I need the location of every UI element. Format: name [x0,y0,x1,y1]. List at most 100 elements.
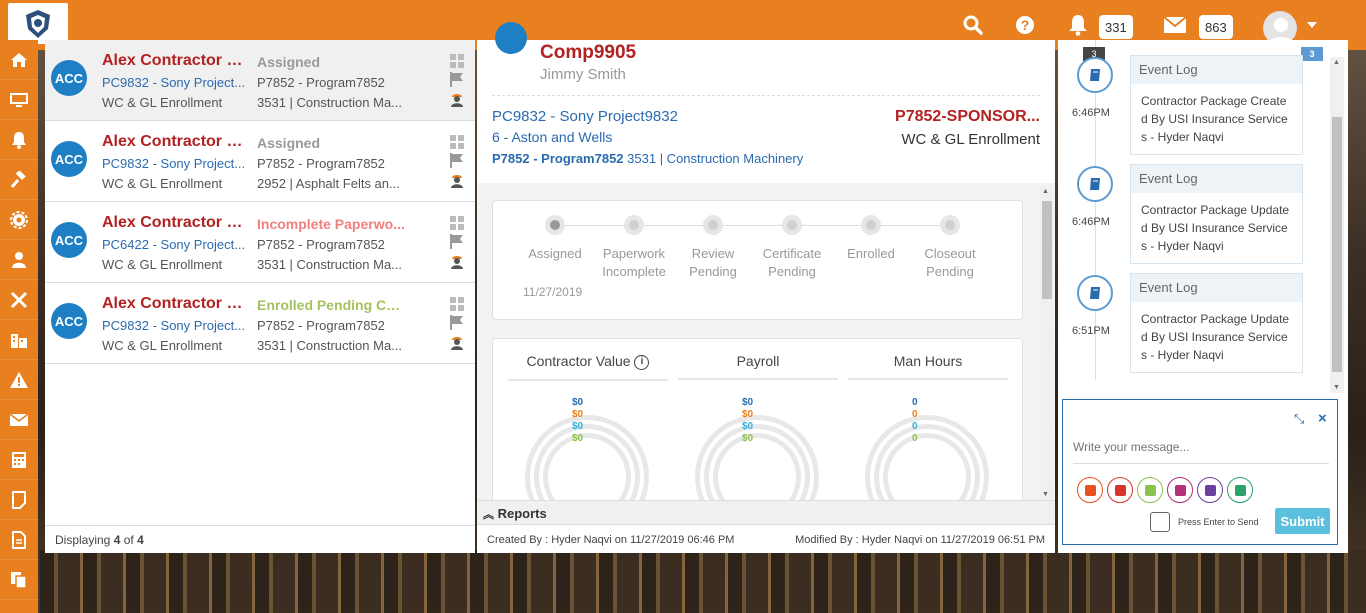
pdf-icon[interactable] [1107,477,1133,503]
step-dot [545,215,565,235]
card-title[interactable]: Alex Contractor Co... [102,295,252,313]
list-item[interactable]: ACC Alex Contractor Co... Enrolled Pending… [45,283,475,364]
close-icon[interactable]: × [1318,410,1327,427]
scroll-thumb[interactable] [1332,117,1342,372]
reports-toggle[interactable]: ︽ Reports [477,500,1055,524]
step-item: Review Pending [673,215,753,281]
flag-icon[interactable] [449,314,465,330]
scroll-down-icon[interactable]: ▼ [1042,491,1049,498]
email-icon[interactable] [1077,477,1103,503]
flag-icon[interactable] [449,71,465,87]
home-icon[interactable] [0,40,38,80]
event-card[interactable]: Event Log Contractor Package Updated By U… [1130,164,1303,264]
monitor-icon[interactable] [0,80,38,120]
chevron-up-icon: ︽ [483,509,494,521]
info-icon[interactable]: i [634,354,650,370]
association-link[interactable]: 6 - Aston and Wells [492,129,612,145]
card-project[interactable]: PC6422 - Sony Project... [102,237,247,252]
file-icon[interactable] [0,520,38,560]
gavel-icon[interactable] [0,160,38,200]
step-item: Enrolled [831,215,911,263]
list-item[interactable]: ACC Alex Contractor Co... Assigned PC9832 -… [45,121,475,202]
event-card[interactable]: Event Log Contractor Package Updated By U… [1130,273,1303,373]
card-project[interactable]: PC9832 - Sony Project... [102,156,247,171]
card-title[interactable]: Alex Contractor Co... [102,214,252,232]
copy-icon[interactable] [1227,477,1253,503]
scroll-thumb[interactable] [1042,201,1052,299]
envelope-icon[interactable] [0,400,38,440]
scroll-up-icon[interactable]: ▲ [1042,188,1049,195]
worker-icon[interactable] [449,172,465,188]
step-item: Closeout Pending [910,215,990,281]
metric-chart: Contractor Value i $0 $0 $0 $0 [508,353,668,502]
list-item[interactable]: ACC Alex Contractor Co... Incomplete Paper… [45,202,475,283]
warning-icon[interactable] [0,360,38,400]
card-project[interactable]: PC9832 - Sony Project... [102,75,247,90]
expand-icon[interactable]: ⤡ [1294,411,1304,427]
worker-icon[interactable] [449,253,465,269]
gear-icon[interactable] [0,200,38,240]
submit-button[interactable]: Submit [1275,508,1330,534]
grid-icon[interactable] [449,296,465,312]
grid-icon[interactable] [449,215,465,231]
avatar: ACC [51,222,87,258]
card-title[interactable]: Alex Contractor Co... [102,52,252,70]
card-project[interactable]: PC9832 - Sony Project... [102,318,247,333]
worker-icon[interactable] [449,91,465,107]
detail-panel: Comp9905 Jimmy Smith PC9832 - Sony Proje… [477,22,1055,553]
chart-value: 0 [912,409,918,420]
chart-value: $0 [572,433,584,444]
bell-icon[interactable] [1067,14,1089,36]
footer-total: 4 [137,533,144,547]
app-logo[interactable] [8,3,68,44]
enter-to-send-checkbox[interactable] [1150,512,1170,532]
card-type: WC & GL Enrollment [102,176,223,191]
event-card[interactable]: Event Log Contractor Package Created By U… [1130,55,1303,155]
card-type: WC & GL Enrollment [102,338,223,353]
modified-by: Modified By : Hyder Naqvi on 11/27/2019 … [795,534,1045,546]
building-icon[interactable] [0,320,38,360]
grid-icon[interactable] [449,134,465,150]
company-name[interactable]: Comp9905 [540,42,636,64]
timeline-scrollbar[interactable]: ▲ ▼ [1330,57,1344,393]
svg-text:?: ? [1021,17,1030,33]
user-icon[interactable] [0,240,38,280]
message-composer: ⤡ × Press Enter to Send Submit [1062,399,1338,545]
help-icon[interactable]: ? [1014,14,1036,36]
chevron-down-icon[interactable] [1305,14,1319,36]
calendar-icon[interactable] [1137,477,1163,503]
avatar: ACC [51,303,87,339]
event-title: Event Log [1131,274,1302,302]
message-input[interactable] [1073,430,1329,464]
detail-scrollbar[interactable]: ▲ ▼ [1039,186,1053,500]
step-dot [703,215,723,235]
tools-icon[interactable] [0,280,38,320]
copy-icon[interactable] [0,560,38,600]
scroll-down-icon[interactable]: ▼ [1333,384,1340,391]
grid-icon[interactable] [449,53,465,69]
search-icon[interactable] [962,14,984,36]
note-icon[interactable] [0,480,38,520]
scroll-up-icon[interactable]: ▲ [1333,59,1340,66]
worker-icon[interactable] [449,334,465,350]
chart-value: $0 [742,397,754,408]
step-label: Review Pending [689,246,737,279]
notifications-badge[interactable]: 331 [1099,15,1133,39]
envelope-icon[interactable] [1163,14,1187,36]
reports-label: Reports [497,506,547,521]
list-item[interactable]: ACC Alex Contractor Co... Assigned PC9832 -… [45,40,475,121]
note-icon[interactable] [1197,477,1223,503]
sponsor-name[interactable]: P7852-SPONSOR... [880,108,1040,126]
step-dot [861,215,881,235]
step-label: Certificate Pending [762,246,822,279]
program-code[interactable]: P7852 - Program7852 [492,151,624,166]
project-link[interactable]: PC9832 - Sony Project9832 [492,108,678,125]
calculator-icon[interactable] [0,440,38,480]
status-badge: Assigned [257,54,321,70]
document-icon[interactable] [1167,477,1193,503]
card-title[interactable]: Alex Contractor Co... [102,133,252,151]
bell-icon[interactable] [0,120,38,160]
flag-icon[interactable] [449,152,465,168]
messages-badge[interactable]: 863 [1199,15,1233,39]
flag-icon[interactable] [449,233,465,249]
